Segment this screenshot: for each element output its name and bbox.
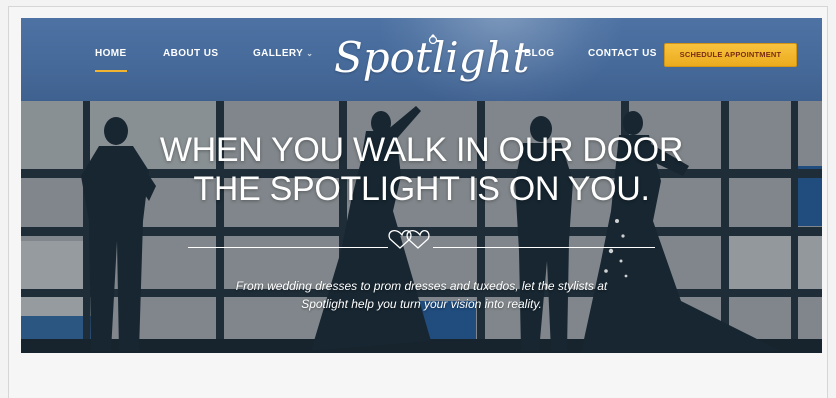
website-viewport: HOME ABOUT US GALLERY ⌄ Spotlight BLOG CO… <box>21 18 822 353</box>
nav-blog[interactable]: BLOG <box>524 48 555 59</box>
hero-heading: WHEN YOU WALK IN OUR DOOR THE SPOTLIGHT … <box>21 131 822 209</box>
double-heart-icon <box>388 229 430 249</box>
spotlight-logo[interactable]: Spotlight <box>334 26 530 90</box>
nav-home[interactable]: HOME <box>95 48 127 72</box>
hero-subtitle: From wedding dresses to prom dresses and… <box>21 277 822 313</box>
nav-contact-us[interactable]: CONTACT US <box>588 48 657 59</box>
hero-heading-line2: THE SPOTLIGHT IS ON YOU. <box>193 170 650 208</box>
schedule-appointment-button[interactable]: SCHEDULE APPOINTMENT <box>664 43 797 67</box>
hero-subtitle-line1: From wedding dresses to prom dresses and… <box>235 279 608 293</box>
hero-banner: WHEN YOU WALK IN OUR DOOR THE SPOTLIGHT … <box>21 101 822 353</box>
hero-heading-line1: WHEN YOU WALK IN OUR DOOR <box>159 131 684 169</box>
chevron-down-icon: ⌄ <box>306 49 314 58</box>
diamond-ring-icon <box>428 34 438 44</box>
nav-gallery-label: GALLERY <box>253 48 304 59</box>
nav-gallery[interactable]: GALLERY ⌄ <box>253 48 313 59</box>
site-header: HOME ABOUT US GALLERY ⌄ Spotlight BLOG CO… <box>21 18 822 101</box>
hero-subtitle-line2: Spotlight help you turn your vision into… <box>301 297 542 311</box>
nav-about-us[interactable]: ABOUT US <box>163 48 218 59</box>
